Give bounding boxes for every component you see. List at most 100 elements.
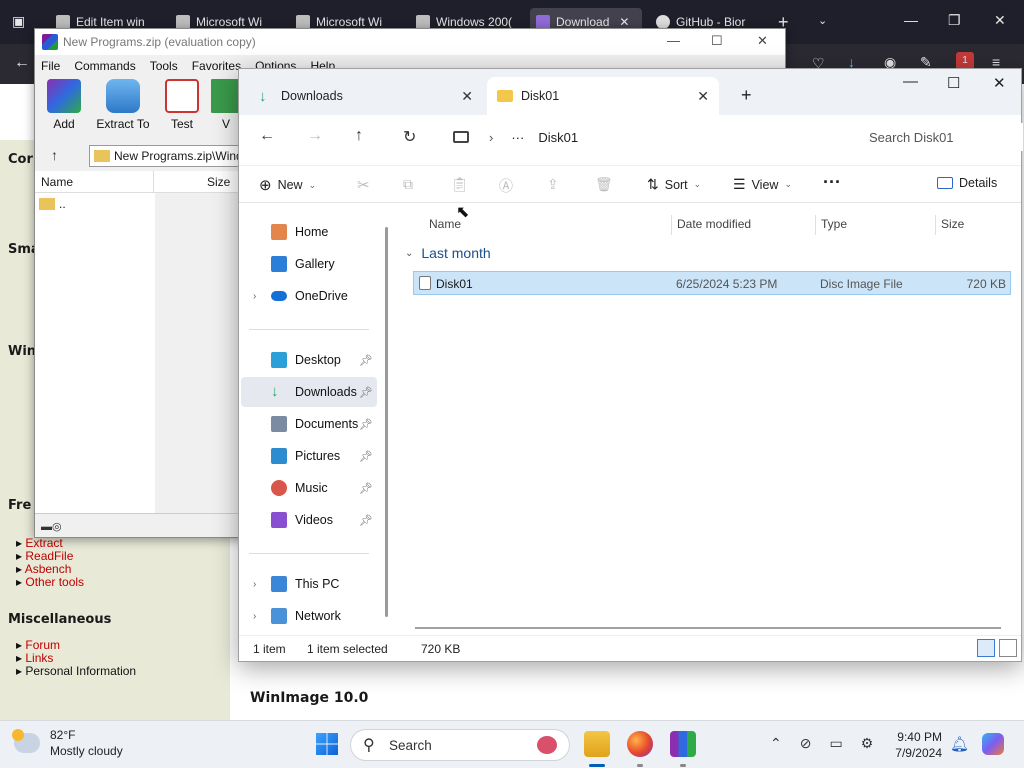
start-button[interactable] [316, 733, 338, 755]
close-tab-icon[interactable]: ✕ [697, 88, 709, 105]
column-size[interactable]: Size [207, 175, 230, 189]
copy-icon[interactable]: ⧉ [403, 176, 413, 193]
tab-downloads[interactable]: ↓ Downloads ✕ [247, 77, 483, 115]
share-icon[interactable]: ⇪ [547, 176, 559, 193]
menu-file[interactable]: File [41, 59, 60, 73]
sort-button[interactable]: ⇅ Sort ⌄ [647, 176, 701, 193]
menu-commands[interactable]: Commands [74, 59, 135, 73]
up-folder-icon[interactable]: ↑ [51, 147, 58, 163]
extract-to-button[interactable]: Extract To [93, 79, 153, 139]
file-row-selected[interactable]: Disk01 6/25/2024 5:23 PM Disc Image File… [413, 271, 1011, 295]
test-button[interactable]: Test [153, 79, 211, 139]
close-tab-icon[interactable]: ✕ [619, 15, 629, 29]
breadcrumb[interactable]: › ··· Disk01 [447, 123, 851, 151]
breadcrumb-current[interactable]: Disk01 [538, 130, 578, 145]
nav-scrollbar[interactable] [385, 227, 388, 617]
nav-item-gallery[interactable]: Gallery [241, 249, 377, 279]
nav-item-home[interactable]: Home [241, 217, 377, 247]
minimize-icon[interactable]: — [904, 12, 918, 28]
nav-item-desktop[interactable]: Desktop 📌︎ [241, 345, 377, 375]
sidebar-link[interactable]: Links [16, 651, 53, 665]
column-date[interactable]: Date modified [677, 217, 751, 231]
search-input[interactable]: Search Disk01 [857, 123, 1023, 151]
pin-icon[interactable]: 📌︎ [359, 386, 373, 399]
maximize-icon[interactable]: ☐ [711, 33, 723, 49]
more-options-button[interactable]: ··· [823, 172, 841, 193]
view-button[interactable]: V [211, 79, 241, 139]
up-button[interactable]: ↑ [355, 127, 363, 145]
nav-item-pictures[interactable]: Pictures 📌︎ [241, 441, 377, 471]
close-icon[interactable]: ✕ [757, 33, 768, 49]
close-icon[interactable]: ✕ [994, 12, 1006, 29]
details-view-toggle[interactable] [977, 639, 995, 657]
menu-favorites[interactable]: Favorites [192, 59, 241, 73]
file-explorer-app-icon[interactable] [584, 731, 610, 757]
settings-icon[interactable]: ⚙ [861, 735, 874, 752]
winrar-app-icon[interactable] [670, 731, 696, 757]
cut-icon[interactable]: ✂ [357, 176, 370, 194]
view-button[interactable]: ☰ View ⌄ [733, 176, 792, 193]
network-off-icon[interactable]: ⊘ [800, 735, 812, 752]
winrar-title-bar[interactable]: New Programs.zip (evaluation copy) — ☐ ✕ [35, 29, 785, 55]
group-header[interactable]: ⌄ Last month [405, 245, 491, 261]
refresh-button[interactable]: ↻ [403, 127, 416, 147]
close-icon[interactable]: ✕ [993, 74, 1006, 92]
paste-icon[interactable]: 📋︎ [451, 176, 469, 193]
firefox-app-icon[interactable] [627, 731, 653, 757]
nav-item-documents[interactable]: Documents 📌︎ [241, 409, 377, 439]
delete-icon[interactable]: 🗑︎ [595, 176, 613, 193]
pin-icon[interactable]: 📌︎ [359, 482, 373, 495]
weather-widget[interactable]: 82°F Mostly cloudy [12, 727, 123, 759]
mouse-cursor-icon: ⬉ [456, 204, 470, 221]
sidebar-link[interactable]: Other tools [16, 575, 84, 589]
back-button[interactable]: ← [259, 127, 275, 145]
pin-icon[interactable]: 📌︎ [359, 450, 373, 463]
horizontal-scrollbar[interactable] [415, 627, 1001, 629]
chevron-right-icon[interactable]: › [253, 611, 256, 622]
column-type[interactable]: Type [821, 217, 847, 231]
tiles-view-toggle[interactable] [999, 639, 1017, 657]
nav-item-onedrive[interactable]: › OneDrive [241, 281, 377, 311]
minimize-icon[interactable]: — [667, 33, 680, 48]
sidebar-link[interactable]: Asbench [16, 562, 72, 576]
notification-bell-icon[interactable]: 🔔︎ [950, 735, 969, 753]
chevron-right-icon[interactable]: › [253, 291, 256, 302]
nav-item-network[interactable]: › Network [241, 601, 377, 631]
list-item[interactable]: .. [39, 197, 66, 211]
menu-tools[interactable]: Tools [150, 59, 178, 73]
pin-icon[interactable]: 📌︎ [359, 354, 373, 367]
forward-button[interactable]: → [307, 127, 323, 145]
nav-item-this-pc[interactable]: › This PC [241, 569, 377, 599]
clock[interactable]: 9:40 PM 7/9/2024 [880, 729, 942, 761]
nav-item-videos[interactable]: Videos 📌︎ [241, 505, 377, 535]
sidebar-link[interactable]: Forum [16, 638, 60, 652]
taskbar-search[interactable]: ⚲ Search [350, 729, 570, 761]
nav-item-music[interactable]: Music 📌︎ [241, 473, 377, 503]
rename-icon[interactable]: Ⓐ [499, 176, 513, 196]
nav-item-downloads[interactable]: ↓ Downloads 📌︎ [241, 377, 377, 407]
new-tab-button[interactable]: + [741, 85, 752, 106]
add-button[interactable]: Add [35, 79, 93, 139]
display-icon[interactable]: ▭ [829, 735, 842, 752]
chevron-up-icon[interactable]: ⌃ [770, 735, 782, 752]
maximize-icon[interactable]: ❐ [948, 12, 961, 29]
pin-icon[interactable]: 📌︎ [359, 514, 373, 527]
close-tab-icon[interactable]: ✕ [461, 88, 473, 105]
sidebar-link[interactable]: ReadFile [16, 549, 73, 563]
maximize-icon[interactable]: ☐ [947, 74, 960, 92]
copilot-icon[interactable] [982, 733, 1004, 755]
pin-icon[interactable]: 📌︎ [359, 418, 373, 431]
column-size[interactable]: Size [941, 217, 964, 231]
tab-disk01[interactable]: Disk01 ✕ [487, 77, 719, 115]
column-name[interactable]: Name [41, 175, 73, 189]
tab-list-icon[interactable]: ⌄ [818, 14, 827, 27]
chevron-right-icon[interactable]: › [253, 579, 256, 590]
back-icon[interactable]: ← [14, 54, 30, 72]
minimize-icon[interactable]: — [903, 73, 918, 90]
details-button[interactable]: Details [937, 176, 997, 190]
sidebar-link[interactable]: Extract [16, 536, 62, 550]
breadcrumb-more[interactable]: ··· [511, 130, 524, 145]
tab-overview-icon[interactable]: ▣ [12, 13, 25, 30]
new-button[interactable]: ⊕ New ⌄ [259, 176, 316, 194]
sidebar-link[interactable]: Personal Information [16, 664, 136, 678]
